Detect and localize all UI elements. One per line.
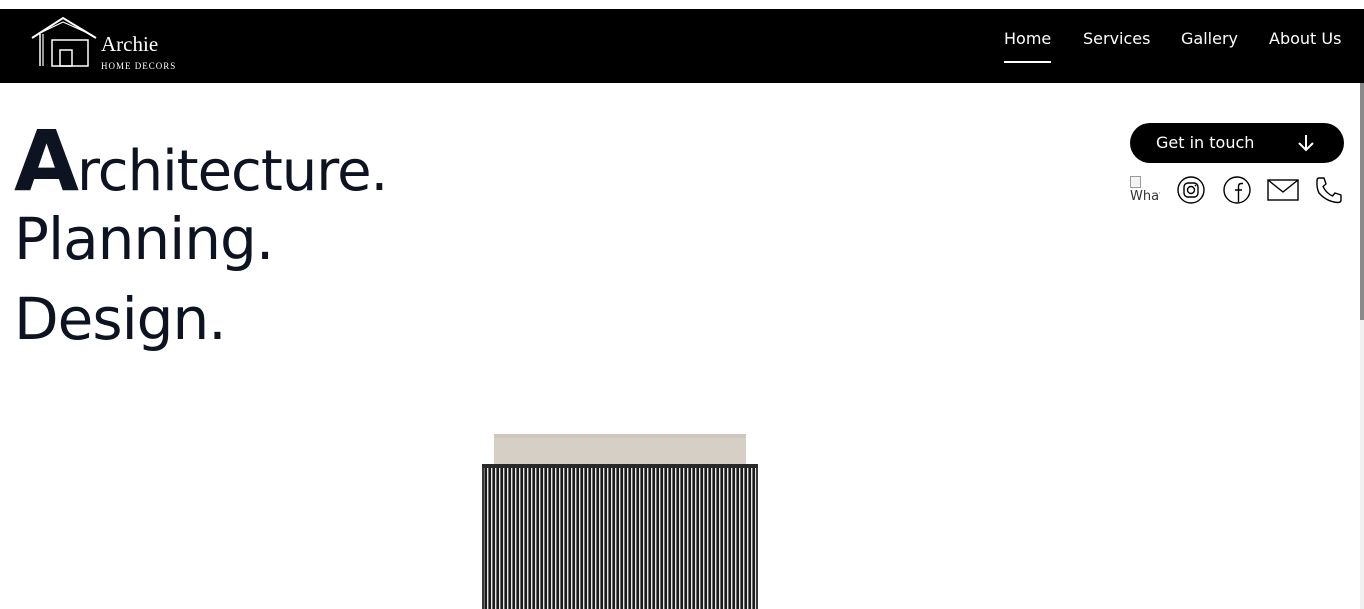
brand-tagline: HOME DECORS: [101, 61, 177, 71]
cta-label: Get in touch: [1156, 133, 1255, 152]
nav-item-about-us[interactable]: About Us: [1269, 29, 1341, 48]
nav-item-label: Services: [1083, 29, 1151, 48]
hero-heading-planning: Planning.: [14, 205, 274, 273]
nav-item-label: About Us: [1269, 29, 1342, 48]
whatsapp-icon[interactable]: WhatsApp: [1130, 175, 1160, 205]
nav-item-label: Gallery: [1181, 29, 1238, 48]
hero-heading-architecture: Architecture.: [14, 112, 388, 210]
nav-item-label: Home: [1004, 29, 1052, 48]
brand-name: Archie: [101, 32, 159, 56]
hero-heading-design: Design.: [14, 285, 227, 353]
get-in-touch-button[interactable]: Get in touch: [1130, 123, 1344, 163]
whatsapp-alt-text: WhatsApp: [1130, 189, 1160, 204]
nav-item-services[interactable]: Services: [1083, 29, 1150, 48]
active-underline: [1004, 61, 1052, 63]
instagram-icon[interactable]: [1176, 175, 1206, 205]
nav-item-gallery[interactable]: Gallery: [1181, 29, 1238, 48]
navbar: Archie HOME DECORS Home Services Gallery…: [0, 9, 1364, 83]
nav-item-home[interactable]: Home: [1004, 29, 1052, 63]
arrow-down-icon: [1298, 135, 1314, 152]
mail-icon[interactable]: [1267, 175, 1299, 205]
broken-image-glyph: [1130, 176, 1141, 188]
top-strip: [0, 0, 1364, 9]
scrollbar-thumb[interactable]: [1360, 83, 1364, 320]
house-outline-icon: [31, 16, 97, 67]
hero-initial: A: [14, 112, 79, 210]
phone-icon[interactable]: [1314, 175, 1344, 205]
hero-line1-rest: rchitecture.: [77, 139, 388, 204]
fluted-cabinet-image: [482, 434, 758, 609]
brand-logo[interactable]: Archie HOME DECORS: [30, 16, 190, 71]
facebook-icon[interactable]: [1222, 175, 1252, 205]
